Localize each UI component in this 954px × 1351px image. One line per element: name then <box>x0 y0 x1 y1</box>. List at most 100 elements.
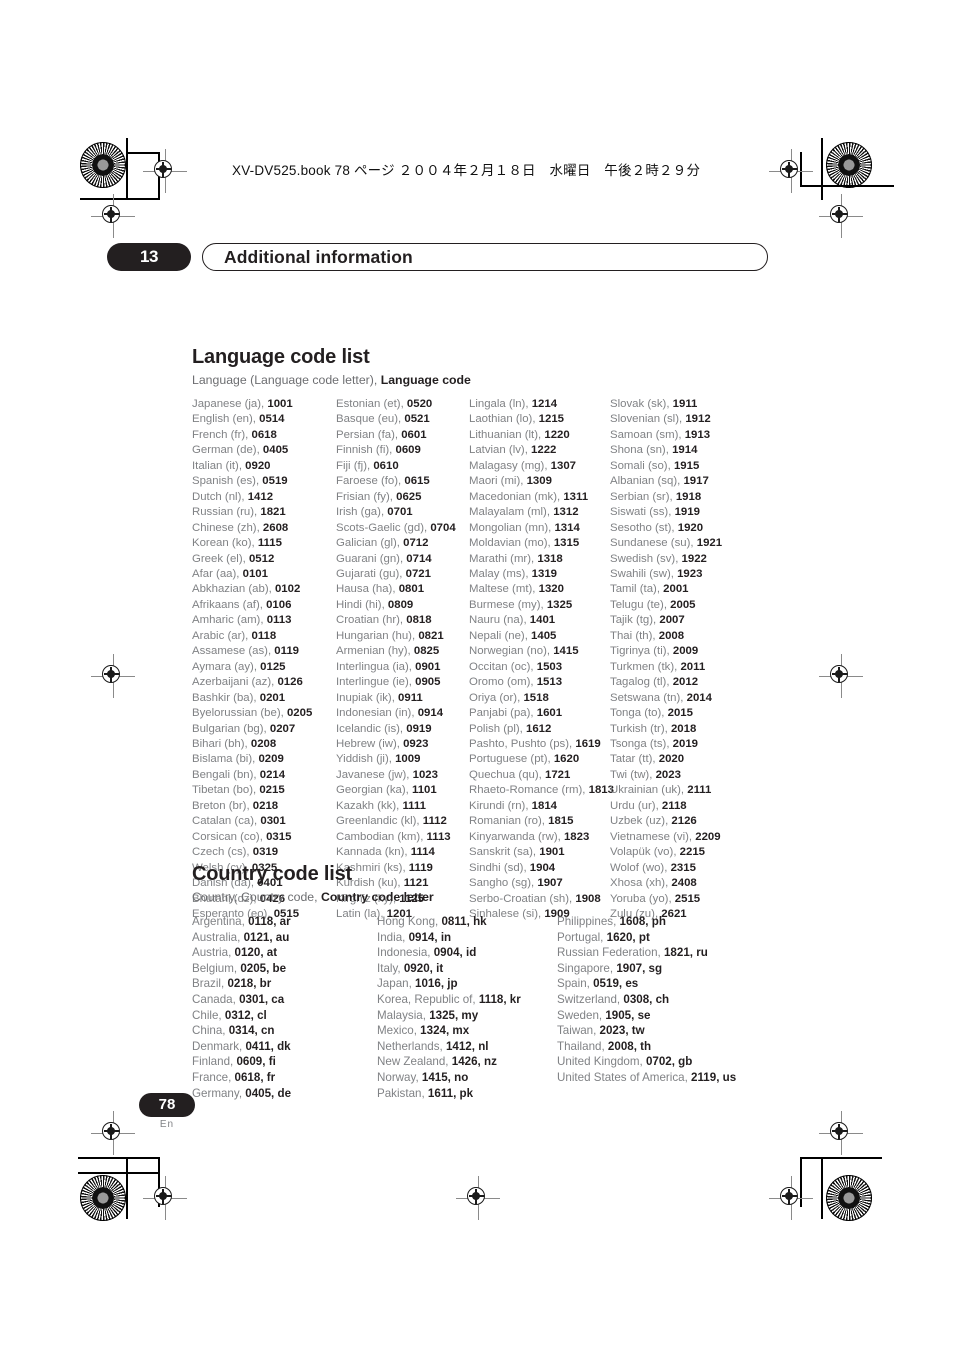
language-code-entry: Kirundi (rn), 1814 <box>469 799 610 814</box>
color-registration-bullseye-bottom-right <box>826 1175 872 1221</box>
language-code-entry-code: 0809 <box>387 598 414 611</box>
country-code-entry-code: 1325, my <box>429 1008 479 1022</box>
language-code-entry-code: 1814 <box>531 799 558 812</box>
crop-mark-vertical-top-right-inner <box>800 152 802 186</box>
language-code-entry-name: Arabic (ar), <box>192 629 252 642</box>
language-code-entry-code: 1111 <box>402 799 426 812</box>
language-code-entry: Malagasy (mg), 1307 <box>469 459 610 474</box>
language-code-entry-name: Kirundi (rn), <box>469 799 532 812</box>
language-code-entry-name: Tonga (to), <box>610 707 668 720</box>
language-code-entry-name: Oromo (om), <box>469 676 537 689</box>
language-code-entry: Romanian (ro), 1815 <box>469 814 610 829</box>
language-code-entry-code: 1917 <box>683 475 709 488</box>
language-code-entry-name: Frisian (fy), <box>336 490 397 503</box>
language-code-entry-code: 1721 <box>544 768 571 781</box>
language-code-entry-name: Javanese (jw), <box>336 768 413 781</box>
language-code-entry-code: 2015 <box>667 707 693 720</box>
language-code-entry: Mongolian (mn), 1314 <box>469 521 610 536</box>
language-code-entry-code: 0113 <box>266 614 292 627</box>
language-code-entry-name: Afar (aa), <box>192 567 243 580</box>
language-code-entry-code: 1325 <box>546 598 573 611</box>
color-registration-bullseye-top-left <box>80 142 126 188</box>
language-code-entry-name: Volapük (vo), <box>610 846 680 859</box>
language-code-entry-name: Croatian (hr), <box>336 614 407 627</box>
language-code-entry-code: 1318 <box>537 552 563 565</box>
language-code-entry-code: 0714 <box>406 552 432 565</box>
language-code-entry-code: 0512 <box>248 552 275 565</box>
language-code-entry: Tagalog (tl), 2012 <box>610 675 760 690</box>
language-code-entry-code: 2001 <box>663 583 689 596</box>
language-code-entry-code: 1815 <box>548 815 574 828</box>
language-code-entry-name: Kazakh (kk), <box>336 799 403 812</box>
language-code-entry: Volapük (vo), 2215 <box>610 845 760 860</box>
country-legend-bold: Country code letter <box>320 890 434 904</box>
language-code-entry: Inupiak (ik), 0911 <box>336 691 469 706</box>
language-code-entry-code: 1821 <box>260 506 286 519</box>
page-language-tag: En <box>159 1119 175 1130</box>
registration-target-left-lower <box>91 1111 135 1155</box>
crop-mark-horizontal-bottom-left <box>78 1157 160 1159</box>
language-code-entry: Uzbek (uz), 2126 <box>610 814 760 829</box>
language-code-entry: Bislama (bi), 0209 <box>192 752 336 767</box>
chapter-title: Additional information <box>224 247 413 267</box>
country-code-entry-code: 2023, tw <box>599 1024 645 1038</box>
language-code-entry-code: 2019 <box>672 737 699 750</box>
language-code-entry: Japanese (ja), 1001 <box>192 397 336 412</box>
country-code-entry: United States of America, 2119, us <box>557 1070 767 1086</box>
language-code-entry-name: Interlingua (ia), <box>336 660 416 673</box>
language-code-entry-name: Bihari (bh), <box>192 737 251 750</box>
language-code-entry-name: Kinyarwanda (rw), <box>469 830 564 843</box>
language-code-entry-name: Japanese (ja), <box>192 398 268 410</box>
country-code-entry: Finland, 0609, fi <box>192 1054 377 1070</box>
language-code-entry: Tigrinya (ti), 2009 <box>610 644 760 659</box>
language-code-entry-code: 0610 <box>373 459 399 472</box>
language-code-entry: Turkish (tr), 2018 <box>610 722 760 737</box>
language-code-entry: Telugu (te), 2005 <box>610 598 760 613</box>
country-code-entry-code: 0314, cn <box>228 1024 275 1038</box>
registration-target-right-upper <box>819 194 863 238</box>
language-code-entry: Corsican (co), 0315 <box>192 830 336 845</box>
country-code-entry-name: France, <box>192 1070 235 1084</box>
country-code-entry-name: Argentina, <box>192 915 249 928</box>
country-code-entry-name: Italy, <box>377 961 404 975</box>
country-code-entry-name: Chile, <box>192 1008 225 1022</box>
language-code-entry: Italian (it), 0920 <box>192 459 336 474</box>
language-code-entry: Frisian (fy), 0625 <box>336 490 469 505</box>
language-code-entry: Spanish (es), 0519 <box>192 474 336 489</box>
language-code-entry: Finnish (fi), 0609 <box>336 443 469 458</box>
language-code-entry-name: Spanish (es), <box>192 475 263 488</box>
language-code-entry: Breton (br), 0218 <box>192 799 336 814</box>
country-code-entry: France, 0618, fr <box>192 1070 377 1086</box>
language-code-entry-code: 0207 <box>269 722 296 735</box>
language-code-entry-code: 0208 <box>250 737 277 750</box>
country-code-entry-code: 0301, ca <box>239 992 285 1006</box>
country-code-entry-code: 1905, se <box>605 1008 651 1022</box>
language-code-entry-name: Aymara (ay), <box>192 660 261 673</box>
country-code-entry: Taiwan, 2023, tw <box>557 1023 767 1039</box>
language-code-entry: Occitan (oc), 1503 <box>469 660 610 675</box>
language-code-entry-name: Abkhazian (ab), <box>192 583 275 596</box>
language-code-entry-name: Inupiak (ik), <box>336 691 399 704</box>
language-code-entry-name: Hausa (ha), <box>336 583 399 596</box>
country-code-entry: New Zealand, 1426, nz <box>377 1054 557 1070</box>
language-code-entry: Thai (th), 2008 <box>610 629 760 644</box>
language-code-entry-code: 0601 <box>401 428 427 441</box>
language-code-column-3: Lingala (ln), 1214 Laothian (lo), 1215 Lit… <box>469 397 614 922</box>
language-code-entry-name: Ukrainian (uk), <box>610 784 688 797</box>
language-code-entry-code: 0615 <box>404 475 430 488</box>
crop-mark-horizontal-bottom-right <box>800 1157 882 1159</box>
language-code-entry-code: 1320 <box>538 583 564 596</box>
language-code-entry: Bihari (bh), 0208 <box>192 737 336 752</box>
language-code-entry-code: 1101 <box>411 784 437 797</box>
language-code-entry-code: 1920 <box>677 521 704 534</box>
language-code-entry-code: 0405 <box>262 444 289 457</box>
language-code-entry-code: 2020 <box>658 753 685 766</box>
country-code-entry-code: 0914, in <box>408 930 452 944</box>
language-code-entry-code: 0901 <box>415 660 441 673</box>
language-code-entry-code: 0625 <box>396 490 422 503</box>
language-code-entry-name: Norwegian (no), <box>469 645 554 658</box>
language-code-entry-name: Tatar (tt), <box>610 753 659 766</box>
language-code-entry-code: 0618 <box>251 428 277 441</box>
language-code-entry-name: Cambodian (km), <box>336 830 427 843</box>
country-code-entry: Malaysia, 1325, my <box>377 1008 557 1024</box>
